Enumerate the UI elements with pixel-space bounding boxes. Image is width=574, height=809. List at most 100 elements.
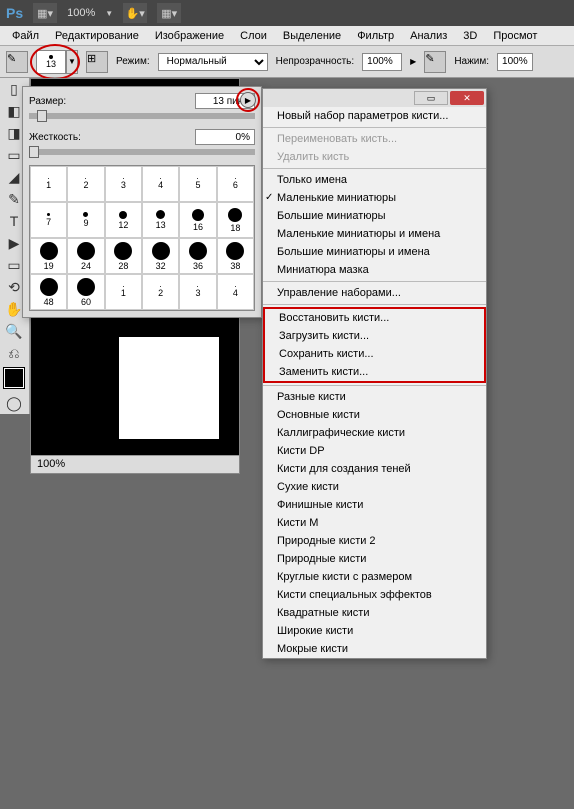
menu-Фильтр[interactable]: Фильтр (349, 28, 402, 44)
title-bar: Ps ▦▾ 100% ▼ ✋▾ ▦▾ (0, 0, 574, 26)
menu-item[interactable]: Кисти для создания теней (263, 460, 486, 478)
status-zoom[interactable]: 100% (37, 458, 65, 470)
brush-preset-6[interactable]: 6 (217, 166, 254, 202)
brush-preset-13[interactable]: 13 (142, 202, 179, 238)
menu-bar: ФайлРедактированиеИзображениеСлоиВыделен… (0, 26, 574, 46)
brush-preset-9[interactable]: 9 (67, 202, 104, 238)
hardness-label: Жесткость: (29, 132, 81, 143)
menu-item[interactable]: Большие миниатюры и имена (263, 243, 486, 261)
brush-preset-4[interactable]: 4 (142, 166, 179, 202)
brush-panel-toggle-icon[interactable]: ⊞ (86, 51, 108, 73)
brush-tool-icon[interactable]: ✎ (6, 51, 28, 73)
brush-preset-5[interactable]: 5 (179, 166, 216, 202)
brush-preset-12[interactable]: 12 (105, 202, 142, 238)
menu-Слои[interactable]: Слои (232, 28, 275, 44)
menu-item[interactable]: Финишные кисти (263, 496, 486, 514)
brush-preset-2[interactable]: 2 (142, 274, 179, 310)
menu-item[interactable]: Восстановить кисти... (265, 309, 484, 327)
brush-size-preview[interactable]: 13 (36, 50, 66, 74)
status-bar: 100% (31, 455, 239, 473)
menu-titlebar: ▭ ✕ (263, 89, 486, 107)
canvas-content (119, 337, 219, 439)
blend-mode-select[interactable]: Нормальный (158, 53, 268, 71)
menu-item[interactable]: Широкие кисти (263, 622, 486, 640)
menu-item[interactable]: Кисти DP (263, 442, 486, 460)
hardness-input[interactable] (195, 129, 255, 145)
menu-Просмот[interactable]: Просмот (485, 28, 545, 44)
arrange-icon[interactable]: ▦▾ (157, 3, 181, 23)
menu-item[interactable]: Каллиграфические кисти (263, 424, 486, 442)
menu-item[interactable]: Природные кисти (263, 550, 486, 568)
foreground-color[interactable] (4, 368, 24, 388)
menu-item[interactable]: Миниатюра мазка (263, 261, 486, 279)
menu-item[interactable]: Загрузить кисти... (265, 327, 484, 345)
hardness-slider[interactable] (29, 149, 255, 155)
flow-input[interactable] (497, 53, 533, 71)
menu-item[interactable]: Маленькие миниатюры и имена (263, 225, 486, 243)
menu-item[interactable]: Мокрые кисти (263, 640, 486, 658)
menu-Анализ[interactable]: Анализ (402, 28, 455, 44)
menu-item[interactable]: Квадратные кисти (263, 604, 486, 622)
brush-preset-1[interactable]: 1 (105, 274, 142, 310)
menu-item[interactable]: Большие миниатюры (263, 207, 486, 225)
menu-item[interactable]: Заменить кисти... (265, 363, 484, 381)
brush-preset-7[interactable]: 7 (30, 202, 67, 238)
brush-preset-3[interactable]: 3 (105, 166, 142, 202)
menu-item: Удалить кисть (263, 148, 486, 166)
brush-preset-grid: 123456791213161819242832363848601234 (29, 165, 255, 311)
separator (263, 127, 486, 128)
menu-item[interactable]: Маленькие миниатюры (263, 189, 486, 207)
separator (263, 385, 486, 386)
ps-logo: Ps (6, 5, 23, 21)
brush-preset-24[interactable]: 24 (67, 238, 104, 274)
tablet-opacity-icon[interactable]: ✎ (424, 51, 446, 73)
menu-Изображение[interactable]: Изображение (147, 28, 232, 44)
dropdown-icon[interactable]: ▼ (105, 9, 113, 18)
brush-preset-2[interactable]: 2 (67, 166, 104, 202)
brush-preset-38[interactable]: 38 (217, 238, 254, 274)
brush-preset-19[interactable]: 19 (30, 238, 67, 274)
brush-preset-3[interactable]: 3 (179, 274, 216, 310)
quickmask-icon[interactable]: ◯ (0, 392, 28, 414)
brush-flyout-menu: ▭ ✕ Новый набор параметров кисти... Переи… (262, 88, 487, 659)
tool-11[interactable]: 🔍 (0, 320, 28, 342)
screen-mode-icon[interactable]: ▦▾ (33, 3, 57, 23)
menu-item: Переименовать кисть... (263, 130, 486, 148)
menu-item[interactable]: Основные кисти (263, 406, 486, 424)
menu-Файл[interactable]: Файл (4, 28, 47, 44)
hand-tool-icon[interactable]: ✋▾ (123, 3, 147, 23)
size-slider[interactable] (29, 113, 255, 119)
close-button[interactable]: ✕ (450, 91, 484, 105)
menu-Выделение[interactable]: Выделение (275, 28, 349, 44)
brush-preset-16[interactable]: 16 (179, 202, 216, 238)
brush-preset-32[interactable]: 32 (142, 238, 179, 274)
menu-item[interactable]: Управление наборами... (263, 284, 486, 302)
maximize-button[interactable]: ▭ (414, 91, 448, 105)
menu-item[interactable]: Разные кисти (263, 388, 486, 406)
brush-preset-60[interactable]: 60 (67, 274, 104, 310)
menu-item[interactable]: Сохранить кисти... (265, 345, 484, 363)
menu-item[interactable]: Только имена (263, 171, 486, 189)
brush-picker-dropdown[interactable]: ▼ (66, 50, 78, 74)
mode-label: Режим: (116, 56, 150, 67)
menu-item[interactable]: Природные кисти 2 (263, 532, 486, 550)
brush-preset-18[interactable]: 18 (217, 202, 254, 238)
brush-preset-4[interactable]: 4 (217, 274, 254, 310)
top-zoom[interactable]: 100% (67, 7, 95, 19)
tool-12[interactable]: ⎌ (0, 342, 28, 364)
brush-preset-36[interactable]: 36 (179, 238, 216, 274)
menu-item[interactable]: Новый набор параметров кисти... (263, 107, 486, 125)
menu-item[interactable]: Кисти специальных эффектов (263, 586, 486, 604)
menu-item[interactable]: Кисти M (263, 514, 486, 532)
highlighted-actions: Восстановить кисти...Загрузить кисти...С… (263, 307, 486, 383)
menu-Редактирование[interactable]: Редактирование (47, 28, 147, 44)
menu-item[interactable]: Круглые кисти с размером (263, 568, 486, 586)
brush-preset-48[interactable]: 48 (30, 274, 67, 310)
brush-preset-28[interactable]: 28 (105, 238, 142, 274)
menu-3D[interactable]: 3D (455, 28, 485, 44)
brush-preset-1[interactable]: 1 (30, 166, 67, 202)
opacity-input[interactable] (362, 53, 402, 71)
menu-item[interactable]: Сухие кисти (263, 478, 486, 496)
opacity-arrow-icon[interactable]: ▶ (410, 57, 416, 66)
flyout-menu-button[interactable]: ▶ (240, 92, 256, 108)
